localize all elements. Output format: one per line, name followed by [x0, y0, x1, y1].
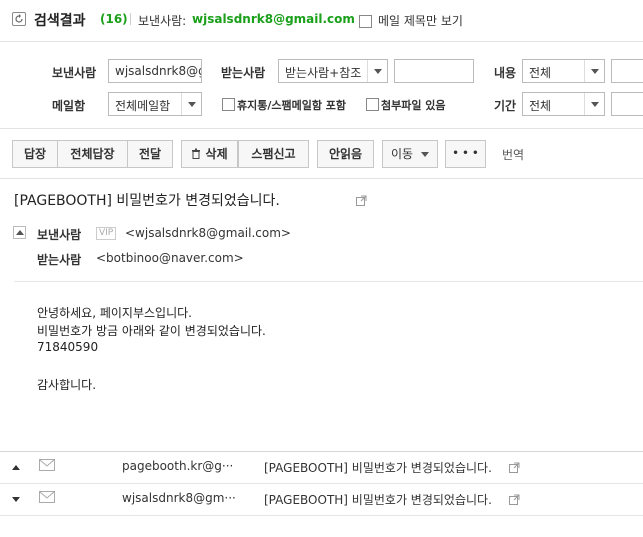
mail-subject: [PAGEBOOTH] 비밀번호가 변경되었습니다.: [14, 193, 280, 209]
list-item-subject[interactable]: [PAGEBOOTH] 비밀번호가 변경되었습니다.: [264, 491, 492, 508]
envelope-icon: [39, 491, 55, 503]
title-only-label[interactable]: 메일 제목만 보기: [378, 12, 463, 29]
divider: [0, 178, 643, 179]
delete-button[interactable]: 삭제: [181, 140, 238, 168]
envelope-icon: [39, 459, 55, 471]
forward-button[interactable]: 전달: [127, 140, 173, 168]
divider: [0, 451, 643, 452]
caret-down-icon: [421, 152, 429, 157]
sender-filter-value: wjsalsdnrk8@gmail.com: [192, 12, 355, 26]
result-count: (16): [100, 12, 128, 26]
content-filter-select-value: 전체: [529, 66, 552, 80]
mail-to-address[interactable]: <botbinoo@naver.com>: [96, 251, 244, 265]
list-item-sender[interactable]: wjsalsdnrk8@gm···: [122, 491, 236, 505]
period-filter-select-value: 전체: [529, 99, 552, 113]
to-filter-label: 받는사람: [221, 66, 266, 80]
previous-mail-icon[interactable]: [12, 465, 20, 470]
delete-button-label: 삭제: [205, 147, 228, 161]
divider: [130, 13, 131, 25]
reply-button[interactable]: 답장: [12, 140, 58, 168]
chevron-down-icon: [181, 93, 201, 115]
move-button-label: 이동: [391, 147, 414, 161]
divider: [0, 483, 643, 484]
mail-body-line: 71840590: [37, 340, 99, 354]
spam-report-button[interactable]: 스팸신고: [238, 140, 309, 168]
vip-badge[interactable]: VIP: [96, 227, 117, 240]
more-button[interactable]: • • •: [445, 140, 486, 168]
from-filter-label: 보낸사람: [52, 66, 97, 80]
page-title: 검색결과: [34, 13, 86, 29]
move-button[interactable]: 이동: [382, 140, 438, 168]
chevron-down-icon: [367, 60, 387, 82]
mailbox-filter-select[interactable]: 전체메일함: [108, 92, 202, 116]
to-filter-select-value: 받는사람+참조: [285, 66, 362, 80]
content-filter-label: 내용: [494, 66, 517, 80]
divider: [0, 515, 643, 516]
mailbox-filter-label: 메일함: [52, 99, 86, 113]
include-trash-checkbox[interactable]: [222, 98, 235, 111]
period-filter-input[interactable]: [611, 92, 643, 116]
has-attachment-label[interactable]: 첨부파일 있음: [381, 97, 446, 113]
mark-unread-button[interactable]: 안읽음: [317, 140, 374, 168]
has-attachment-checkbox[interactable]: [366, 98, 379, 111]
mail-to-label: 받는사람: [37, 253, 82, 267]
mail-from-address[interactable]: <wjsalsdnrk8@gmail.com>: [125, 226, 291, 240]
period-filter-label: 기간: [494, 99, 517, 113]
mail-body-line: 비밀번호가 방금 아래와 같이 변경되었습니다.: [37, 324, 266, 338]
to-filter-select[interactable]: 받는사람+참조: [278, 59, 388, 83]
divider: [14, 281, 643, 282]
open-new-window-icon[interactable]: [509, 494, 520, 505]
refresh-icon[interactable]: [12, 12, 26, 26]
sender-filter-label: 보낸사람:: [138, 14, 187, 28]
collapse-header-button[interactable]: [13, 226, 26, 239]
mailbox-filter-select-value: 전체메일함: [115, 99, 171, 113]
translate-link[interactable]: 번역: [502, 146, 524, 163]
chevron-down-icon: [584, 60, 604, 82]
reply-all-button[interactable]: 전체답장: [57, 140, 128, 168]
divider: [0, 128, 643, 129]
content-filter-select[interactable]: 전체: [522, 59, 605, 83]
content-filter-input[interactable]: [611, 59, 643, 83]
to-filter-input[interactable]: [394, 59, 474, 83]
from-filter-input[interactable]: wjsalsdnrk8@gı: [108, 59, 202, 83]
list-item-sender[interactable]: pagebooth.kr@g···: [122, 459, 233, 473]
open-new-window-icon[interactable]: [356, 195, 367, 206]
period-filter-select[interactable]: 전체: [522, 92, 605, 116]
mail-body-line: 안녕하세요, 페이지부스입니다.: [37, 306, 192, 320]
next-mail-icon[interactable]: [12, 497, 20, 502]
mail-body-line: 감사합니다.: [37, 378, 97, 392]
mail-from-label: 보낸사람: [37, 228, 82, 242]
trash-icon: [192, 148, 201, 159]
open-new-window-icon[interactable]: [509, 462, 520, 473]
include-trash-label[interactable]: 휴지통/스팸메일함 포함: [237, 97, 346, 113]
chevron-down-icon: [584, 93, 604, 115]
list-item-subject[interactable]: [PAGEBOOTH] 비밀번호가 변경되었습니다.: [264, 459, 492, 476]
title-only-checkbox[interactable]: [359, 15, 372, 28]
